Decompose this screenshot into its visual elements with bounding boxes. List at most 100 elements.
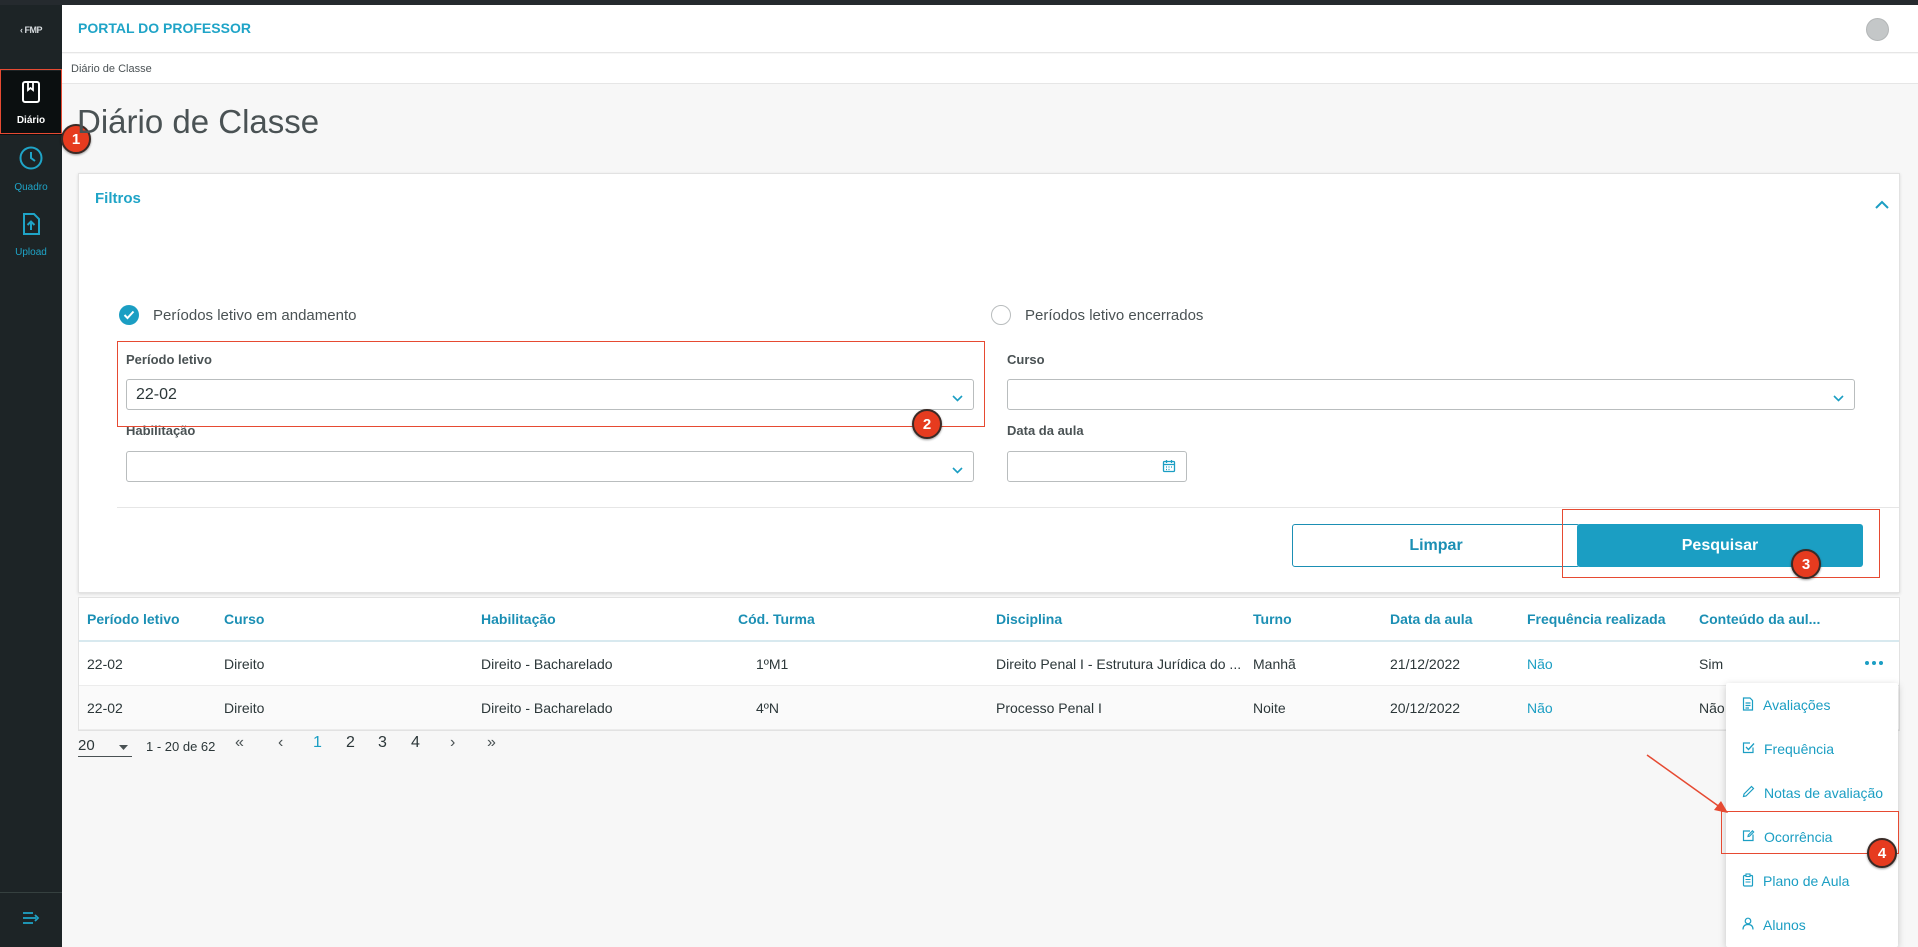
- chevron-up-icon[interactable]: [1875, 196, 1889, 214]
- pencil-icon: [1742, 785, 1764, 801]
- caret-down-icon: [119, 737, 128, 754]
- column-header[interactable]: Frequência realizada: [1527, 611, 1666, 627]
- table-cell: Noite: [1253, 700, 1286, 716]
- annotation-box-1: [0, 69, 62, 134]
- checkbox-icon: [1742, 741, 1764, 757]
- first-page-icon[interactable]: «: [235, 734, 244, 752]
- radio-label: Períodos letivo em andamento: [153, 306, 357, 324]
- table-cell: Direito - Bacharelado: [481, 700, 613, 716]
- annotation-badge-3: 3: [1791, 549, 1821, 579]
- collapse-menu-button[interactable]: [0, 892, 62, 947]
- sidebar-item-quadro[interactable]: Quadro: [0, 137, 62, 201]
- page-1[interactable]: 1: [313, 734, 322, 752]
- page-range: 1 - 20 de 62: [146, 738, 216, 754]
- annotation-badge-2: 2: [912, 409, 942, 439]
- last-page-icon[interactable]: »: [487, 734, 496, 752]
- column-header[interactable]: Disciplina: [996, 611, 1062, 627]
- sidebar-item-label: Upload: [15, 247, 47, 258]
- menu-item-avaliacoes[interactable]: Avaliações: [1726, 683, 1898, 727]
- table-row[interactable]: 22-02 Direito Direito - Bacharelado 4ºN …: [79, 686, 1899, 730]
- habilitacao-select[interactable]: [126, 451, 974, 482]
- user-icon: [1742, 917, 1763, 933]
- table-cell: 21/12/2022: [1390, 656, 1461, 672]
- menu-item-label: Alunos: [1763, 917, 1806, 933]
- menu-item-label: Frequência: [1764, 741, 1835, 757]
- page-title: Diário de Classe: [77, 103, 320, 140]
- curso-label: Curso: [1007, 352, 1045, 367]
- table-cell[interactable]: Não: [1527, 700, 1553, 716]
- document-icon: [1742, 696, 1763, 714]
- prev-page-icon[interactable]: ‹: [278, 734, 283, 752]
- table-cell: Manhã: [1253, 656, 1296, 672]
- calendar-icon[interactable]: [1162, 459, 1176, 478]
- sidebar: ‹ FMP Diário Quadro Upload: [0, 5, 62, 947]
- table-row[interactable]: 22-02 Direito Direito - Bacharelado 1ºM1…: [79, 642, 1899, 686]
- menu-item-frequencia[interactable]: Frequência: [1726, 727, 1898, 771]
- column-header[interactable]: Cód. Turma: [738, 611, 815, 627]
- header: PORTAL DO PROFESSOR: [62, 5, 1918, 53]
- clock-icon: [18, 145, 44, 176]
- filters-title[interactable]: Filtros: [95, 190, 141, 207]
- sidebar-item-label: Quadro: [14, 182, 48, 193]
- pagination: 20 1 - 20 de 62: [78, 734, 215, 758]
- table-cell: Direito: [224, 656, 265, 672]
- table-cell: Direito - Bacharelado: [481, 656, 613, 672]
- table-cell: 4ºN: [756, 700, 780, 716]
- logo-text: FMP: [24, 25, 43, 35]
- clipboard-icon: [1742, 872, 1763, 890]
- table-cell[interactable]: Não: [1527, 656, 1553, 672]
- more-actions-icon[interactable]: [1865, 661, 1883, 665]
- annotation-arrow: [1646, 754, 1728, 813]
- breadcrumb-item[interactable]: Diário de Classe: [71, 63, 152, 75]
- chevron-down-icon: [952, 461, 963, 479]
- page-size-value: 20: [78, 737, 95, 754]
- table-cell: 1ºM1: [756, 656, 789, 672]
- annotation-box-3: [1562, 509, 1880, 578]
- data-aula-input[interactable]: [1007, 451, 1187, 482]
- next-page-icon[interactable]: ›: [450, 734, 455, 752]
- annotation-box-2: [117, 341, 985, 427]
- sidebar-item-upload[interactable]: Upload: [0, 203, 62, 267]
- chevron-down-icon: [1833, 389, 1844, 407]
- table-cell: Direito Penal I - Estrutura Jurídica do …: [996, 656, 1242, 672]
- clear-button[interactable]: Limpar: [1292, 524, 1580, 567]
- column-header[interactable]: Conteúdo da aul...: [1699, 611, 1820, 627]
- page-2[interactable]: 2: [346, 734, 355, 752]
- menu-item-alunos[interactable]: Alunos: [1726, 903, 1898, 947]
- menu-item-plano[interactable]: Plano de Aula: [1726, 859, 1898, 903]
- page-4[interactable]: 4: [411, 734, 420, 752]
- radio-label: Períodos letivo encerrados: [1025, 306, 1204, 324]
- data-aula-label: Data da aula: [1007, 423, 1084, 438]
- divider: [117, 507, 1899, 508]
- column-header[interactable]: Período letivo: [87, 611, 180, 627]
- results-table: Período letivo Curso Habilitação Cód. Tu…: [78, 597, 1900, 731]
- logo: ‹ FMP: [20, 25, 43, 35]
- menu-item-label: Plano de Aula: [1763, 873, 1850, 889]
- annotation-badge-4: 4: [1867, 838, 1897, 868]
- upload-file-icon: [21, 212, 41, 241]
- breadcrumb: Diário de Classe: [62, 54, 1918, 84]
- app-title: PORTAL DO PROFESSOR: [78, 20, 251, 36]
- table-cell: Não: [1699, 700, 1725, 716]
- radio-periodos-andamento[interactable]: Períodos letivo em andamento: [119, 305, 356, 325]
- table-cell: Direito: [224, 700, 265, 716]
- table-cell: Sim: [1699, 656, 1724, 672]
- column-header[interactable]: Curso: [224, 611, 264, 627]
- avatar[interactable]: [1866, 18, 1889, 41]
- page-size-select[interactable]: 20: [78, 735, 132, 757]
- page-3[interactable]: 3: [378, 734, 387, 752]
- collapse-menu-icon: [22, 911, 40, 930]
- table-cell: 22-02: [87, 656, 123, 672]
- column-header[interactable]: Turno: [1253, 611, 1292, 627]
- curso-select[interactable]: [1007, 379, 1855, 410]
- column-header[interactable]: Habilitação: [481, 611, 556, 627]
- column-header[interactable]: Data da aula: [1390, 611, 1472, 627]
- radio-periodos-encerrados[interactable]: Períodos letivo encerrados: [991, 305, 1203, 325]
- table-header: Período letivo Curso Habilitação Cód. Tu…: [79, 598, 1899, 642]
- table-cell: 20/12/2022: [1390, 700, 1461, 716]
- menu-item-notas[interactable]: Notas de avaliação: [1726, 771, 1898, 815]
- menu-item-label: Notas de avaliação: [1764, 785, 1884, 801]
- radio-circle-icon: [991, 305, 1011, 325]
- table-cell: Processo Penal I: [996, 700, 1102, 716]
- table-cell: 22-02: [87, 700, 123, 716]
